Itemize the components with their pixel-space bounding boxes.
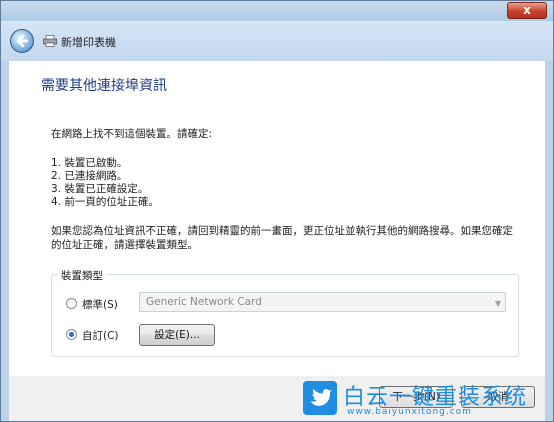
standard-radio[interactable] bbox=[66, 298, 77, 309]
back-arrow-icon bbox=[16, 34, 29, 48]
page-heading: 需要其他連接埠資訊 bbox=[41, 78, 167, 94]
printer-icon bbox=[43, 35, 57, 47]
explanation-line: 的位址正確，請選擇裝置類型。 bbox=[51, 239, 198, 251]
checklist-item: 4. 前一頁的位址正確。 bbox=[51, 196, 159, 208]
watermark-url: www.baiyunxitong.com bbox=[347, 407, 472, 417]
standard-device-value: Generic Network Card bbox=[146, 296, 262, 308]
explanation-line: 如果您認為位址資訊不正確，請回到精靈的前一畫面，更正位址並執行其他的網路搜尋。如… bbox=[51, 225, 513, 237]
intro-text: 在網路上找不到這個裝置。請確定: bbox=[51, 128, 213, 140]
bird-logo-icon bbox=[303, 381, 337, 415]
custom-radio[interactable] bbox=[66, 329, 77, 340]
settings-button[interactable]: 設定(E)... bbox=[139, 324, 215, 346]
title-bar: x bbox=[1, 1, 553, 21]
back-button[interactable] bbox=[10, 29, 34, 53]
watermark: 白云一键重装系统 www.baiyunxitong.com bbox=[299, 379, 551, 419]
device-type-legend: 裝置類型 bbox=[57, 268, 107, 283]
standard-label[interactable]: 標準(S) bbox=[82, 297, 118, 312]
device-type-group bbox=[51, 274, 519, 357]
navigation-bar: 新增印表機 bbox=[1, 21, 553, 61]
wizard-title: 新增印表機 bbox=[61, 36, 116, 49]
standard-device-select: Generic Network Card ▼ bbox=[139, 292, 506, 312]
wizard-content: 需要其他連接埠資訊 在網路上找不到這個裝置。請確定: 1. 裝置已啟動。 2. … bbox=[9, 61, 545, 376]
close-button[interactable]: x bbox=[507, 2, 547, 19]
add-printer-window: x 新增印表機 需要其他連接埠資訊 在網路上找不到這個裝置。請確定: 1. 裝置… bbox=[0, 0, 554, 422]
chevron-down-icon: ▼ bbox=[494, 299, 501, 308]
custom-label[interactable]: 自訂(C) bbox=[82, 328, 119, 343]
